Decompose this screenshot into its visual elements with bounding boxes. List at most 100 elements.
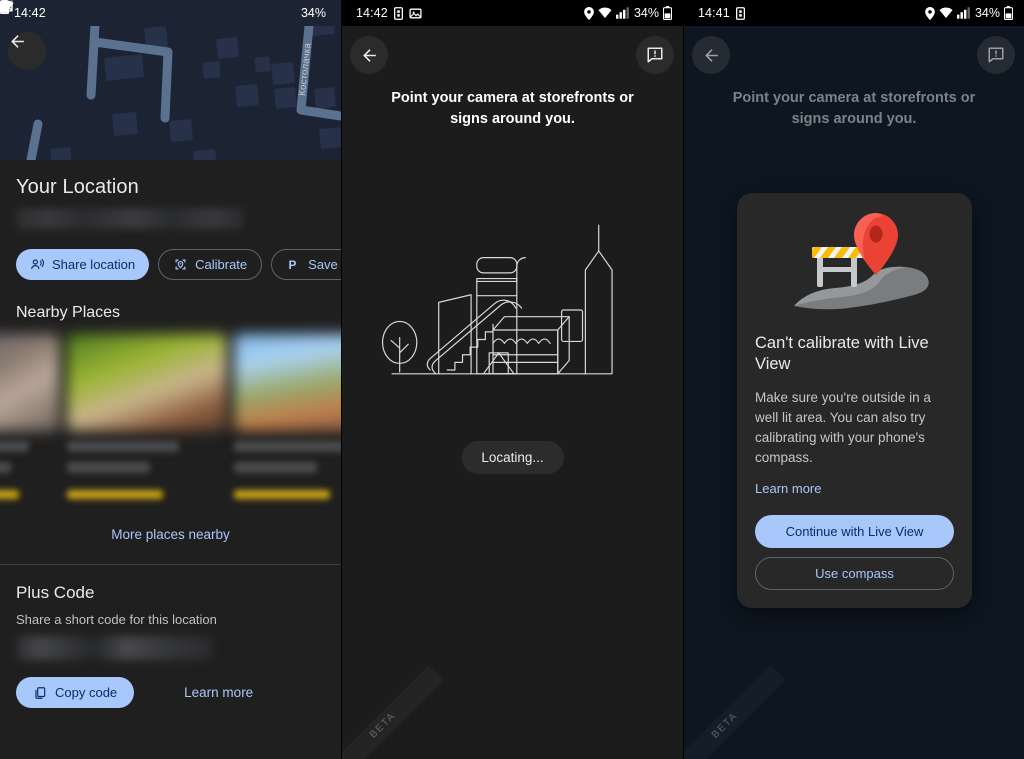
page-title: Your Location [16,176,139,198]
continue-with-live-view-button[interactable]: Continue with Live View [755,514,954,548]
statusbar-panel1: 14:42 34% [0,0,341,26]
chip-save-parking[interactable]: P Save parking [271,249,341,280]
share-person-icon [31,258,44,269]
statusbar-panel3: 14:41 34% [684,0,1024,26]
place-meta-redacted [234,462,318,473]
dialog-illustration [737,193,972,333]
use-compass-button[interactable]: Use compass [755,556,954,590]
dialog-title: Can't calibrate with Live View [755,334,929,374]
panel-live-view-locating: 14:42 34% Point your camera at storefron… [341,0,683,759]
back-button[interactable] [350,36,388,74]
three-panel-screenshot: Костолачка 14:42 34% Your Location Share… [0,0,1024,759]
chip-label: Calibrate [195,257,248,272]
chip-label: Share location [52,257,136,272]
svg-text:P: P [289,258,297,272]
action-chip-row: Share location Calibrate P Save parking [16,249,341,280]
statusbar-left: 14:42 [0,0,58,20]
road-barrier-map-pin-icon [794,212,929,309]
dialog-body: Make sure you're outside in a well lit a… [755,390,931,465]
battery-icon [1003,6,1014,21]
signal-icon [956,7,970,19]
wifi-icon [939,7,953,19]
statusbar-left: 14:42 [356,6,422,20]
feedback-button[interactable] [636,36,674,74]
clock: 14:42 [356,6,388,20]
place-card[interactable] [0,334,60,499]
live-view-toolbar [684,26,1024,82]
calibrate-target-icon [175,259,186,270]
place-rating-redacted [234,490,330,499]
copy-code-label: Copy code [55,685,118,700]
clock: 14:41 [698,6,730,20]
locating-status-pill: Locating... [461,441,564,474]
place-card[interactable] [234,334,341,499]
place-rating-redacted [0,490,19,499]
city-streetscape-line-art [381,224,613,375]
map-pin [854,212,898,275]
back-button[interactable] [692,36,730,74]
plus-code-section: Plus Code Share a short code for this lo… [0,565,341,708]
clock: 14:42 [14,6,46,20]
nearby-places-carousel[interactable] [0,334,341,499]
location-pin-icon [925,6,935,20]
chip-share-location[interactable]: Share location [16,249,150,280]
statusbar-left: 14:41 [698,6,745,20]
beta-label: BETA [684,665,785,759]
beta-watermark: BETA [342,647,454,759]
place-name-redacted [0,441,30,452]
plus-code-title: Plus Code [16,583,95,602]
back-arrow-icon [362,48,376,62]
map-canvas[interactable]: Костолачка 14:42 34% [0,0,341,160]
statusbar-right: 34% [925,6,1014,21]
battery-percent: 34% [300,6,326,20]
parking-p-icon: P [289,258,297,272]
plus-code-learn-more-link[interactable]: Learn more [184,685,253,700]
more-places-nearby-link[interactable]: More places nearby [0,527,341,542]
place-photo [0,334,60,431]
back-arrow-icon [11,35,24,48]
dialog-button-group: Continue with Live View Use compass [737,498,972,590]
barrier [812,246,864,287]
place-meta-redacted [0,462,11,473]
live-view-instruction: Point your camera at storefronts or sign… [391,90,634,127]
feedback-bubble-icon [988,47,1004,63]
statusbar-right: 34% [0,0,330,20]
chip-calibrate[interactable]: Calibrate [158,249,263,280]
sim-icon [735,6,745,20]
place-photo [67,334,227,431]
back-button[interactable] [8,32,46,70]
copy-code-button[interactable]: Copy code [16,677,135,708]
place-rating-redacted [67,490,163,499]
statusbar-panel2: 14:42 34% [342,0,683,26]
beta-label: BETA [342,665,443,759]
place-photo [234,334,341,431]
place-meta-redacted [67,462,151,473]
address-redacted [16,208,244,229]
battery-percent: 34% [633,6,659,20]
location-pin-icon [584,6,594,20]
panel-your-location: Костолачка 14:42 34% Your Location Share… [0,0,341,759]
live-view-toolbar [342,26,683,82]
chip-label: Save parking [308,257,341,272]
battery-percent: 34% [974,6,1000,20]
plus-code-actions: Copy code Learn more [16,677,325,708]
place-name-redacted [234,441,341,452]
screenshot-icon [409,7,422,20]
plus-code-value-redacted [16,636,212,660]
place-name-redacted [67,441,179,452]
statusbar-right: 34% [584,6,673,21]
location-detail-sheet: Your Location Share location Calibrate P… [0,160,341,759]
feedback-button[interactable] [977,36,1015,74]
feedback-bubble-icon [647,47,663,63]
beta-watermark: BETA [684,647,796,759]
copy-icon [35,686,46,699]
sim-icon [393,6,403,20]
wifi-icon [598,7,612,19]
dialog-learn-more-link[interactable]: Learn more [737,468,839,496]
plus-code-subtitle: Share a short code for this location [16,612,217,627]
streetscape-illustration [342,210,683,410]
calibration-error-dialog: Can't calibrate with Live View Make sure… [737,193,972,608]
place-card[interactable] [67,334,227,499]
nearby-places-heading: Nearby Places [16,304,121,321]
live-view-instruction: Point your camera at storefronts or sign… [732,90,976,127]
